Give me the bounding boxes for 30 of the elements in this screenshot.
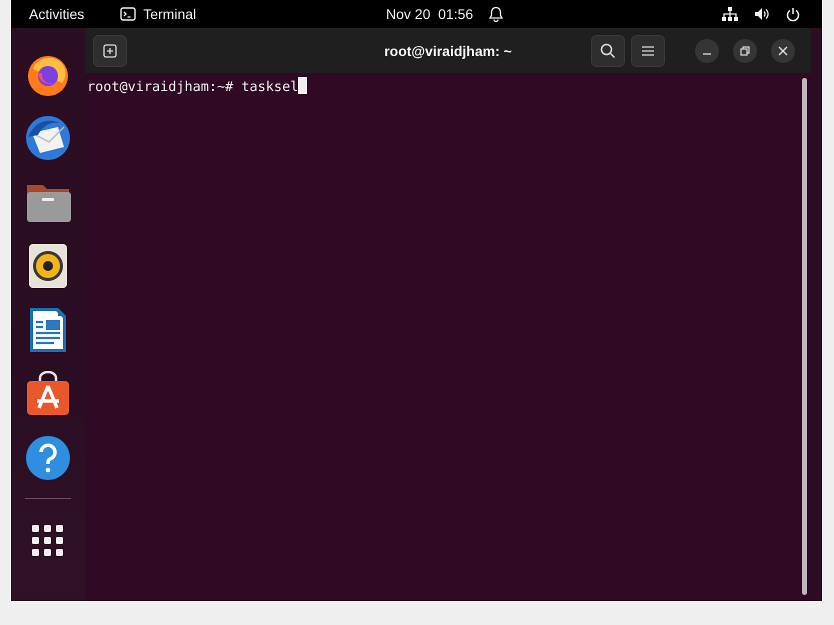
volume-icon[interactable] [754,7,770,21]
app-menu[interactable]: Terminal [143,6,196,22]
terminal-icon [120,7,136,21]
window-title: root@viraidjham: ~ [384,42,512,58]
app-grid-icon[interactable] [32,525,64,557]
speaker-icon[interactable] [28,243,68,289]
network-icon[interactable] [722,7,738,21]
search-button[interactable] [591,34,625,66]
cursor [298,77,308,94]
minimize-icon [703,52,711,54]
menu-button[interactable] [631,34,665,66]
bell-icon [489,6,504,22]
terminal-line: root@viraidjham:~# tasksel [87,79,298,95]
maximize-button[interactable] [733,38,757,62]
plus-icon [103,44,117,58]
help-icon[interactable] [25,435,71,481]
menu-icon [642,46,654,56]
shopping-bag-icon[interactable] [25,371,71,417]
close-button[interactable] [771,38,795,62]
new-tab-button[interactable] [93,34,127,66]
minimize-button[interactable] [695,38,719,62]
power-icon[interactable] [786,6,800,22]
activities-button[interactable]: Activities [29,6,84,22]
mail-icon[interactable] [24,115,72,161]
document-icon[interactable] [28,306,68,354]
search-icon [600,42,616,58]
scrollbar[interactable] [802,78,807,595]
close-icon [778,46,788,56]
clock[interactable]: Nov 20 01:56 [386,6,474,22]
restore-icon [740,46,750,56]
